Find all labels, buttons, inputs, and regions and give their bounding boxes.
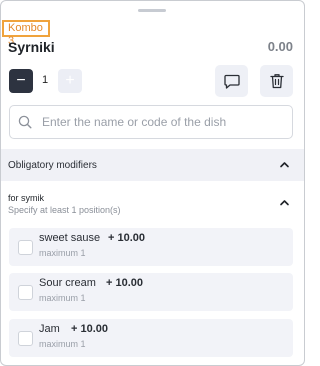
modifier-option[interactable]: sweet sause + 10.00 maximum 1 xyxy=(9,228,293,266)
increase-quantity-button[interactable]: + xyxy=(58,69,82,93)
dish-price: 0.00 xyxy=(267,39,293,54)
option-max: maximum 1 xyxy=(39,248,86,258)
chevron-up-icon[interactable] xyxy=(279,159,290,170)
modifier-option[interactable]: Sour cream + 10.00 maximum 1 xyxy=(9,273,293,311)
drag-handle[interactable] xyxy=(138,9,166,12)
option-checkbox[interactable] xyxy=(18,285,33,300)
modifier-group-header[interactable]: for symik Specify at least 1 position(s) xyxy=(1,184,304,224)
obligatory-modifiers-header[interactable]: Obligatory modifiers xyxy=(1,149,304,181)
option-price: + 10.00 xyxy=(106,277,144,289)
quantity-value: 1 xyxy=(41,74,49,86)
dish-modal: Kombo 3 Syrniki 0.00 − 1 + Enter the nam… xyxy=(0,0,305,366)
option-price: + 10.00 xyxy=(108,232,146,244)
section-title: Obligatory modifiers xyxy=(8,160,97,171)
dish-search[interactable] xyxy=(9,105,293,139)
option-price: + 10.00 xyxy=(71,323,109,335)
option-checkbox[interactable] xyxy=(18,240,33,255)
option-name: sweet sause xyxy=(39,232,101,244)
option-name: Sour cream xyxy=(39,277,96,289)
modifier-option[interactable]: Jam + 10.00 maximum 1 xyxy=(9,319,293,357)
comment-button[interactable] xyxy=(215,65,248,97)
option-max: maximum 1 xyxy=(39,339,86,349)
search-icon xyxy=(18,115,32,129)
comment-icon xyxy=(223,74,240,89)
search-input[interactable] xyxy=(40,114,284,130)
decrease-quantity-button[interactable]: − xyxy=(9,69,33,93)
group-subtitle: Specify at least 1 position(s) xyxy=(8,205,121,215)
option-max: maximum 1 xyxy=(39,293,86,303)
dish-title: Syrniki xyxy=(8,39,55,55)
combo-label: Kombo 3 xyxy=(2,20,50,47)
option-name: Jam xyxy=(39,323,60,335)
group-title: for symik xyxy=(8,193,44,203)
trash-icon xyxy=(269,73,284,89)
delete-button[interactable] xyxy=(260,65,293,97)
option-checkbox[interactable] xyxy=(18,331,33,346)
chevron-up-icon[interactable] xyxy=(279,197,290,208)
